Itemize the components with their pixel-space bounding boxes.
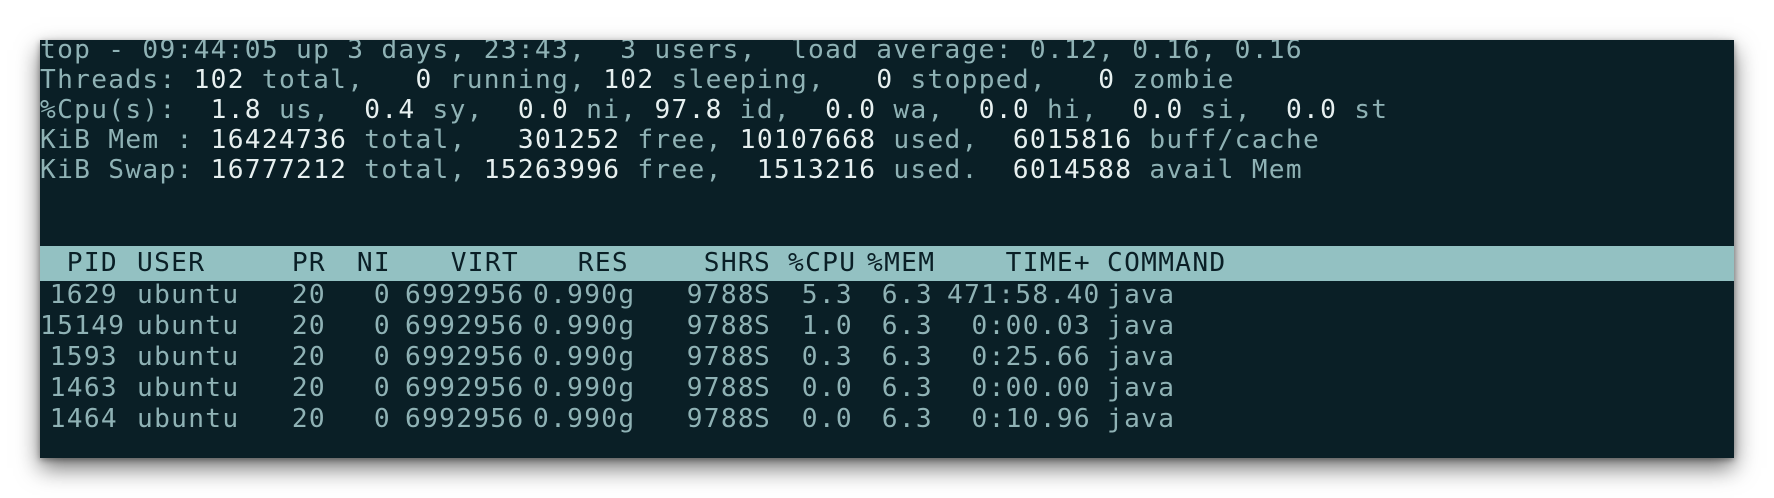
swap-avail-label: avail Mem [1132, 155, 1303, 185]
column-header-mem[interactable]: %MEM [867, 246, 934, 281]
cpu-id: 97.8 [654, 95, 723, 125]
time-cell: 0:10.96 [971, 404, 1091, 434]
column-header-shr[interactable]: SHR [643, 246, 755, 281]
shr-cell: 9788 [686, 404, 755, 434]
column-header-ni[interactable]: NI [340, 246, 391, 281]
cpu-st: 0.0 [1285, 95, 1338, 125]
mem-free-label: free, [620, 125, 740, 155]
column-header-pid[interactable]: PID [40, 246, 118, 281]
swap-total: 16777212 [210, 155, 348, 185]
mem-buff-cache: 6015816 [1012, 125, 1133, 155]
cpu-ni: 0.0 [517, 95, 570, 125]
swap-free: 15263996 [483, 155, 621, 185]
column-header-command[interactable]: COMMAND [1107, 246, 1226, 281]
pid-cell: 1464 [49, 404, 118, 434]
threads-stopped-label: stopped, [893, 65, 1099, 95]
mem-used: 10107668 [739, 125, 877, 155]
swap-label: KiB Swap: [40, 155, 211, 185]
swap-avail-mem: 6014588 [1012, 155, 1133, 185]
cpu-si-label: si, [1183, 95, 1286, 125]
threads-label: Threads: [40, 65, 194, 95]
column-header-user[interactable]: USER [137, 246, 205, 281]
cpu-hi: 0.0 [978, 95, 1030, 125]
threads-sleeping-label: sleeping, [654, 65, 877, 95]
command-cell: java [1107, 404, 1176, 434]
cpu-st-label: st [1337, 95, 1389, 125]
process-row[interactable]: 1464 ubuntu 20 0 6992956 0.990g 9788 S 0… [40, 401, 1734, 437]
mem-used-label: used, [876, 125, 1013, 155]
cpu-hi-label: hi, [1029, 95, 1133, 125]
mem-cell: 6.3 [881, 404, 933, 434]
ni-cell: 0 [373, 404, 391, 434]
threads-sleeping: 102 [603, 65, 655, 95]
swap-free-label: free, [620, 155, 757, 185]
user-cell: ubuntu [137, 404, 240, 434]
res-cell: 0.990g [533, 404, 636, 434]
column-header-virt[interactable]: VIRT [405, 246, 519, 281]
pr-cell: 20 [291, 404, 326, 434]
cpu-sy-label: sy, [415, 95, 518, 125]
swap-used-label: used. [876, 155, 1013, 185]
cpu-ni-label: ni, [569, 95, 655, 125]
swap-total-label: total, [347, 155, 484, 185]
mem-free: 301252 [517, 125, 621, 155]
threads-zombie-label: zombie [1115, 65, 1235, 95]
cpu-cell: 0.0 [801, 404, 853, 434]
threads-stopped: 0 [876, 65, 894, 95]
threads-zombie: 0 [1098, 65, 1116, 95]
threads-total-label: total, [244, 65, 416, 95]
cpu-wa-label: wa, [876, 95, 979, 125]
mem-label: KiB Mem : [40, 125, 211, 155]
virt-cell: 6992956 [405, 404, 525, 434]
threads-running-label: running, [432, 65, 604, 95]
column-header-time[interactable]: TIME+ [947, 246, 1091, 281]
threads-total: 102 [193, 65, 245, 95]
swap-line: KiB Swap: 16777212 total, 15263996 free,… [40, 152, 1734, 188]
state-cell: S [754, 404, 772, 434]
column-header-pr[interactable]: PR [280, 246, 326, 281]
cpu-wa: 0.0 [825, 95, 877, 125]
column-header-state[interactable]: S [754, 246, 771, 281]
mem-total-label: total, [347, 125, 518, 155]
terminal-window[interactable]: top - 09:44:05 up 3 days, 23:43, 3 users… [40, 40, 1734, 458]
cpu-id-label: id, [722, 95, 826, 125]
swap-used: 1513216 [756, 155, 877, 185]
cpu-sy: 0.4 [364, 95, 416, 125]
cpu-label: %Cpu(s): [40, 95, 211, 125]
threads-running: 0 [415, 65, 433, 95]
cpu-us-label: us, [261, 95, 365, 125]
mem-buff-label: buff/cache [1132, 125, 1321, 155]
process-table-header[interactable]: PID USER PR NI VIRT RES SHR S %CPU %MEM … [40, 246, 1734, 281]
cpu-us: 1.8 [210, 95, 262, 125]
mem-total: 16424736 [210, 125, 348, 155]
column-header-res[interactable]: RES [533, 246, 629, 281]
column-header-cpu[interactable]: %CPU [788, 246, 855, 281]
cpu-si: 0.0 [1132, 95, 1184, 125]
